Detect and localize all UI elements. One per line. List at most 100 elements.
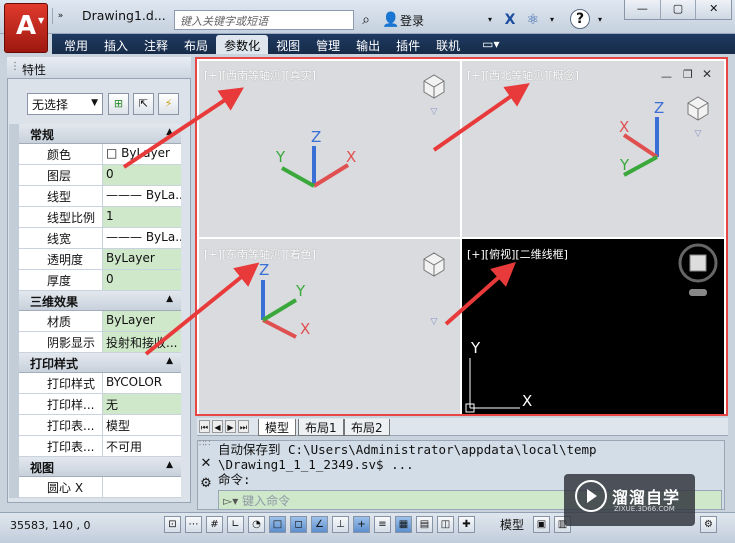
property-row[interactable]: 透明度 ByLayer	[9, 249, 181, 270]
selection-cycling-icon[interactable]: ◫	[437, 516, 454, 533]
viewport-label[interactable]: [+][西北等轴测][概念]	[467, 67, 579, 83]
property-value[interactable]: 投射和接收...	[103, 332, 181, 352]
section-header[interactable]: 常规 ▲	[9, 124, 181, 144]
property-value[interactable]: 模型	[103, 415, 181, 435]
viewport-southwest[interactable]: [+][西南等轴测][真实]	[199, 61, 460, 237]
tab-home[interactable]: 常用	[56, 35, 96, 54]
collapse-icon[interactable]: ▲	[166, 294, 173, 304]
tab-plugins[interactable]: 插件	[388, 35, 428, 54]
select-objects-button[interactable]: ⇱	[133, 93, 154, 115]
section-header[interactable]: 视图 ▲	[9, 457, 181, 477]
viewport-top[interactable]: [+][俯视][二维线框]	[462, 239, 724, 414]
tab-view[interactable]: 视图	[268, 35, 308, 54]
quick-properties-icon[interactable]: ▤	[416, 516, 433, 533]
first-tab-icon[interactable]: ⏮	[199, 420, 210, 433]
property-row[interactable]: 线宽 ——— ByLa...	[9, 228, 181, 249]
ribbon-options-button[interactable]: ▭▾	[468, 35, 507, 54]
property-value[interactable]: BYCOLOR	[103, 373, 181, 393]
tab-manage[interactable]: 管理	[308, 35, 348, 54]
tab-layout2[interactable]: 布局2	[344, 419, 390, 436]
search-input[interactable]: 键入关键字或短语	[174, 10, 354, 30]
viewport-restore-icon[interactable]: ❐	[683, 68, 693, 81]
property-row[interactable]: 圆心 X	[9, 477, 181, 498]
tab-parametric[interactable]: 参数化	[216, 35, 269, 54]
last-tab-icon[interactable]: ⏭	[238, 420, 249, 433]
property-row[interactable]: 颜色 □ ByLayer	[9, 144, 181, 165]
ortho-mode-icon[interactable]: ∟	[227, 516, 244, 533]
command-close-icon[interactable]: ✕	[199, 456, 213, 471]
property-value[interactable]: □ ByLayer	[103, 144, 181, 164]
transparency-icon[interactable]: ▦	[395, 516, 412, 533]
binoculars-icon[interactable]: ⌕	[357, 11, 375, 29]
tab-insert[interactable]: 插入	[96, 35, 136, 54]
toggle-pickadd-button[interactable]: ⊞	[108, 93, 129, 115]
property-value[interactable]: ——— ByLa...	[103, 186, 181, 206]
object-snap-icon[interactable]: □	[269, 516, 286, 533]
quick-view-layouts-icon[interactable]: ▣	[533, 516, 550, 533]
property-value[interactable]: 不可用	[103, 436, 181, 456]
3d-object-snap-icon[interactable]: ◻	[290, 516, 307, 533]
prev-tab-icon[interactable]: ◀	[212, 420, 223, 433]
viewport-label[interactable]: [+][西南等轴测][真实]	[204, 67, 316, 83]
property-value[interactable]: 无	[103, 394, 181, 414]
annotation-monitor-icon[interactable]: ✚	[458, 516, 475, 533]
viewport-close-icon[interactable]: ✕	[702, 67, 712, 81]
property-row[interactable]: 图层 0	[9, 165, 181, 186]
property-value[interactable]: ByLayer	[103, 311, 181, 331]
property-row[interactable]: 材质 ByLayer	[9, 311, 181, 332]
property-value[interactable]: 0	[103, 165, 181, 185]
tab-model[interactable]: 模型	[258, 419, 297, 436]
property-value[interactable]: ——— ByLa...	[103, 228, 181, 248]
property-row[interactable]: 打印表... 模型	[9, 415, 181, 436]
viewport-southeast[interactable]: [+][东南等轴测][着色]	[199, 239, 460, 414]
tab-layout1[interactable]: 布局1	[298, 419, 344, 436]
section-header[interactable]: 打印样式 ▲	[9, 353, 181, 373]
workspace-switch-icon[interactable]: ⚙	[700, 516, 717, 533]
next-tab-icon[interactable]: ▶	[225, 420, 236, 433]
property-value[interactable]: 0	[103, 270, 181, 290]
collapse-icon[interactable]: ▲	[166, 127, 173, 137]
command-customize-icon[interactable]: ⚙	[199, 476, 213, 491]
viewport-northwest[interactable]: [+][西北等轴测][概念] — ❐ ✕	[462, 61, 724, 237]
dynamic-input-icon[interactable]: +	[353, 516, 370, 533]
command-grip-icon[interactable]: ∷∷	[199, 440, 210, 449]
palette-grip-icon[interactable]: ⋮	[10, 61, 20, 72]
object-snap-tracking-icon[interactable]: ∠	[311, 516, 328, 533]
viewport-label[interactable]: [+][东南等轴测][着色]	[204, 246, 316, 262]
application-menu-button[interactable]: A	[4, 3, 48, 53]
infer-constraints-icon[interactable]: ⊡	[164, 516, 181, 533]
polar-tracking-icon[interactable]: ◔	[248, 516, 265, 533]
section-header[interactable]: 三维效果 ▲	[9, 291, 181, 311]
tab-online[interactable]: 联机	[428, 35, 468, 54]
property-row[interactable]: 打印表... 不可用	[9, 436, 181, 457]
login-button[interactable]: 登录	[400, 12, 424, 29]
model-space-button[interactable]: 模型	[500, 516, 524, 533]
tab-layout[interactable]: 布局	[176, 35, 216, 54]
quick-select-button[interactable]: ⚡	[158, 93, 179, 115]
connect-icon[interactable]: ⚛	[524, 11, 542, 29]
coordinate-readout[interactable]: 35583, 140 , 0	[10, 519, 90, 532]
snap-mode-icon[interactable]: ⋯	[185, 516, 202, 533]
selection-dropdown[interactable]: 无选择 ▼	[27, 93, 103, 115]
tab-annotate[interactable]: 注释	[136, 35, 176, 54]
collapse-icon[interactable]: ▲	[166, 460, 173, 470]
minimize-button[interactable]: —	[625, 0, 660, 19]
maximize-button[interactable]: ▢	[659, 0, 696, 19]
close-button[interactable]: ✕	[695, 0, 731, 19]
lineweight-icon[interactable]: ≡	[374, 516, 391, 533]
viewport-label[interactable]: [+][俯视][二维线框]	[467, 246, 568, 262]
connect-dropdown-icon[interactable]: ▾	[547, 11, 557, 29]
collapse-icon[interactable]: ▲	[166, 356, 173, 366]
property-row[interactable]: 打印样式 BYCOLOR	[9, 373, 181, 394]
property-value[interactable]	[103, 477, 181, 497]
help-dropdown-icon[interactable]: ▾	[595, 11, 605, 29]
help-button[interactable]: ?	[570, 9, 590, 29]
login-dropdown-icon[interactable]: ▾	[485, 11, 495, 29]
property-row[interactable]: 打印样... 无	[9, 394, 181, 415]
grid-display-icon[interactable]: #	[206, 516, 223, 533]
property-row[interactable]: 阴影显示 投射和接收...	[9, 332, 181, 353]
property-row[interactable]: 线型 ——— ByLa...	[9, 186, 181, 207]
exchange-icon[interactable]: X	[502, 11, 518, 29]
app-menu-dropdown-icon[interactable]: ▼	[38, 16, 44, 25]
user-icon[interactable]: 👤	[382, 11, 399, 29]
